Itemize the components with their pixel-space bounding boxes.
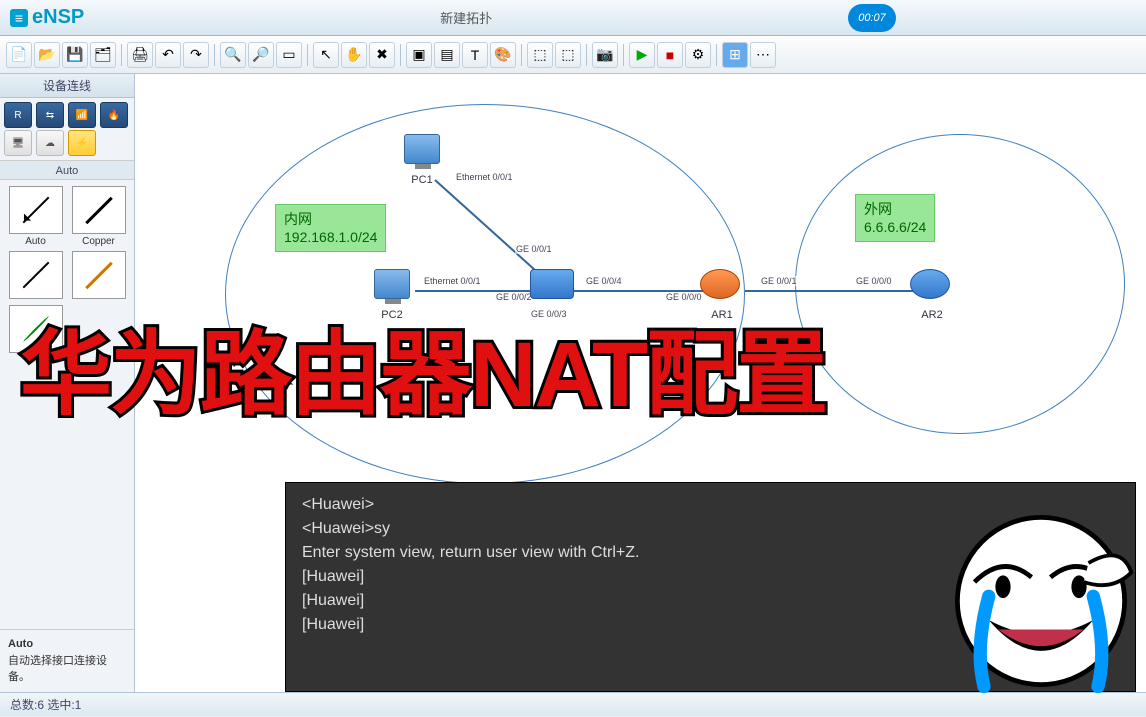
titlebar: ≡ eNSP 新建拓扑 00:07	[0, 0, 1146, 36]
stop-button[interactable]: ■	[657, 42, 683, 68]
conn-serial-cell[interactable]	[6, 251, 65, 301]
status-text: 总数:6 选中:1	[10, 698, 81, 712]
outer-network-ellipse	[795, 134, 1125, 434]
separator	[400, 44, 401, 66]
separator	[121, 44, 122, 66]
window-tab-title: 新建拓扑	[84, 8, 848, 27]
logo-icon: ≡	[10, 9, 28, 27]
switch-icon	[530, 269, 574, 299]
tool-d-button[interactable]: ⬚	[555, 42, 581, 68]
sidebar-header: 设备连线	[0, 74, 134, 98]
text-button[interactable]: T	[462, 42, 488, 68]
link-ar1-ar2[interactable]	[745, 290, 920, 292]
print-button[interactable]: 🖨	[127, 42, 153, 68]
tool-a-button[interactable]: ▣	[406, 42, 432, 68]
firewall-category-icon[interactable]: 🔥	[100, 102, 128, 128]
cloud-category-icon[interactable]: ☁	[36, 130, 64, 156]
separator	[521, 44, 522, 66]
port-sw-ge4: GE 0/0/4	[585, 276, 623, 286]
serial-line-icon	[22, 262, 49, 289]
node-pc1[interactable]: PC1	[400, 134, 444, 186]
saveall-button[interactable]: 🗂	[90, 42, 116, 68]
copper-line-icon	[85, 196, 113, 224]
fit-button[interactable]: ▭	[276, 42, 302, 68]
device-category-grid: R ⇆ 📶 🔥 🖥 ☁ ⚡	[0, 98, 134, 160]
inner-label-cidr: 192.168.1.0/24	[284, 229, 377, 245]
separator	[623, 44, 624, 66]
port-pc2-eth: Ethernet 0/0/1	[423, 276, 482, 286]
outer-label-title: 外网	[864, 201, 892, 217]
connection-category-icon[interactable]: ⚡	[68, 130, 96, 156]
pos-line-icon	[85, 261, 113, 289]
conn-pos-cell[interactable]	[69, 251, 128, 301]
save-button[interactable]: 💾	[62, 42, 88, 68]
app-logo: ≡ eNSP	[10, 6, 84, 29]
port-ar1-ge1: GE 0/0/1	[760, 276, 798, 286]
sidebar-sub-auto[interactable]: Auto	[0, 160, 134, 180]
more-button[interactable]: ⋯	[750, 42, 776, 68]
capture-button[interactable]: 📷	[592, 42, 618, 68]
zoomout-button[interactable]: 🔎	[248, 42, 274, 68]
tool-b-button[interactable]: ▤	[434, 42, 460, 68]
timer-badge: 00:07	[848, 4, 896, 32]
port-sw-ge1: GE 0/0/1	[515, 244, 553, 254]
video-overlay-title: 华为路由器NAT配置	[20, 300, 826, 433]
grid-button[interactable]: ⊞	[722, 42, 748, 68]
info-title: Auto	[8, 638, 126, 650]
separator	[586, 44, 587, 66]
router-icon	[910, 269, 950, 299]
wlan-category-icon[interactable]: 📶	[68, 102, 96, 128]
pc-icon	[404, 134, 440, 164]
sidebar-info: Auto 自动选择接口连接设备。	[0, 629, 134, 692]
undo-button[interactable]: ↶	[155, 42, 181, 68]
inner-network-label: 内网 192.168.1.0/24	[275, 204, 386, 252]
collect-button[interactable]: ⚙	[685, 42, 711, 68]
conn-auto-cell[interactable]: Auto	[6, 186, 65, 247]
node-ar2-label: AR2	[910, 309, 954, 321]
palette-button[interactable]: 🎨	[490, 42, 516, 68]
info-desc: 自动选择接口连接设备。	[8, 655, 107, 683]
open-button[interactable]: 📂	[34, 42, 60, 68]
switch-category-icon[interactable]: ⇆	[36, 102, 64, 128]
conn-auto-label: Auto	[25, 236, 46, 247]
node-ar2[interactable]: AR2	[910, 269, 954, 321]
meme-face-icon	[946, 506, 1136, 696]
separator	[214, 44, 215, 66]
inner-label-title: 内网	[284, 211, 312, 227]
router-category-icon[interactable]: R	[4, 102, 32, 128]
main-toolbar: 📄 📂 💾 🗂 🖨 ↶ ↷ 🔍 🔎 ▭ ↖ ✋ ✖ ▣ ▤ T 🎨 ⬚ ⬚ 📷 …	[0, 36, 1146, 74]
conn-copper-label: Copper	[82, 236, 115, 247]
tool-c-button[interactable]: ⬚	[527, 42, 553, 68]
start-button[interactable]: ▶	[629, 42, 655, 68]
new-button[interactable]: 📄	[6, 42, 32, 68]
conn-copper-cell[interactable]: Copper	[69, 186, 128, 247]
router-icon	[700, 269, 740, 299]
redo-button[interactable]: ↷	[183, 42, 209, 68]
auto-line-icon	[22, 197, 49, 224]
port-ar2-ge0: GE 0/0/0	[855, 276, 893, 286]
separator	[716, 44, 717, 66]
node-pc1-label: PC1	[400, 174, 444, 186]
outer-label-cidr: 6.6.6.6/24	[864, 219, 926, 235]
select-button[interactable]: ↖	[313, 42, 339, 68]
port-pc1-eth: Ethernet 0/0/1	[455, 172, 514, 182]
pc-category-icon[interactable]: 🖥	[4, 130, 32, 156]
zoomin-button[interactable]: 🔍	[220, 42, 246, 68]
delete-button[interactable]: ✖	[369, 42, 395, 68]
outer-network-label: 外网 6.6.6.6/24	[855, 194, 935, 242]
separator	[307, 44, 308, 66]
pc-icon	[374, 269, 410, 299]
pan-button[interactable]: ✋	[341, 42, 367, 68]
app-name: eNSP	[32, 6, 84, 29]
